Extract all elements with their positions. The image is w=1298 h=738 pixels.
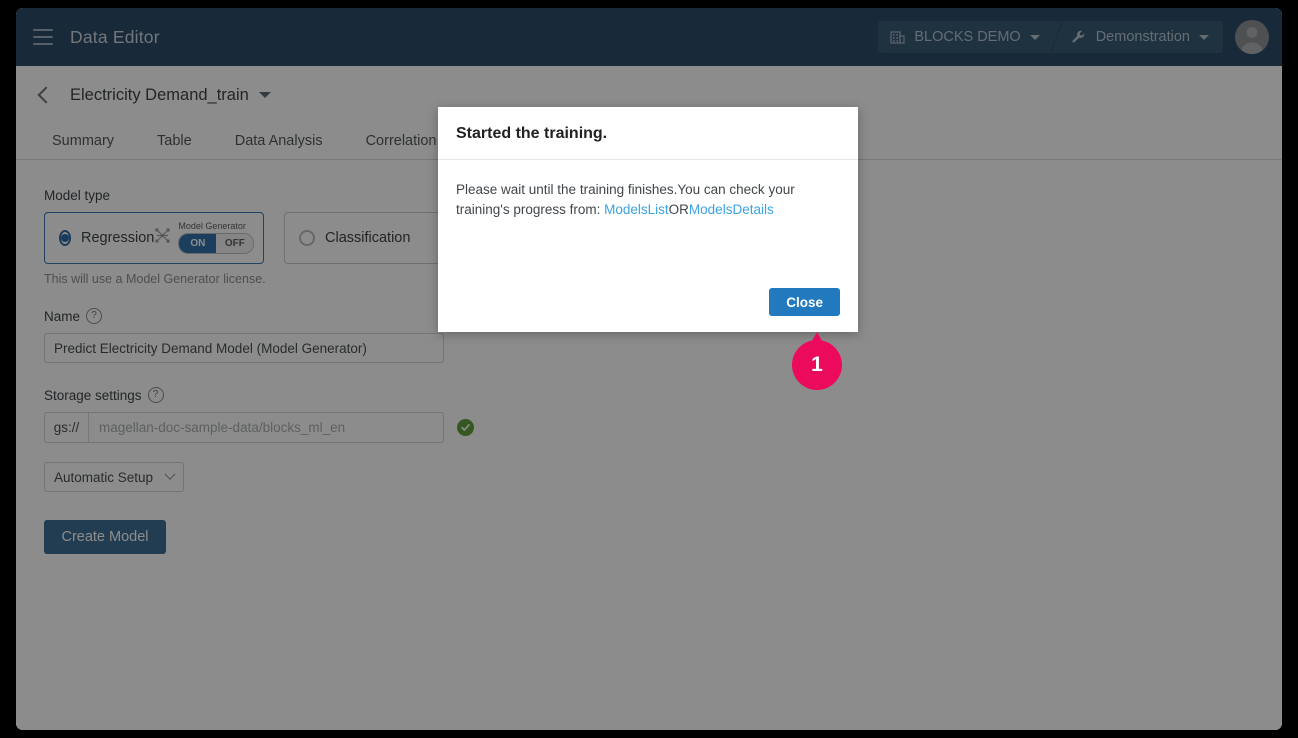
dialog-or-text: OR — [668, 201, 689, 217]
models-details-link[interactable]: ModelsDetails — [689, 202, 774, 217]
step-marker-number: 1 — [811, 353, 823, 376]
dialog-message: Please wait until the training finishes.… — [456, 180, 840, 219]
app-window: Data Editor BLOCKS DEMO Demonstration El… — [16, 8, 1282, 730]
dialog-footer: Close — [438, 278, 858, 332]
step-marker: 1 — [792, 332, 842, 390]
training-started-dialog: Started the training. Please wait until … — [438, 107, 858, 332]
close-button[interactable]: Close — [769, 288, 840, 316]
dialog-body: Please wait until the training finishes.… — [438, 160, 858, 278]
dialog-header: Started the training. — [438, 107, 858, 160]
dialog-title: Started the training. — [456, 125, 608, 142]
models-list-link[interactable]: ModelsList — [604, 202, 669, 217]
